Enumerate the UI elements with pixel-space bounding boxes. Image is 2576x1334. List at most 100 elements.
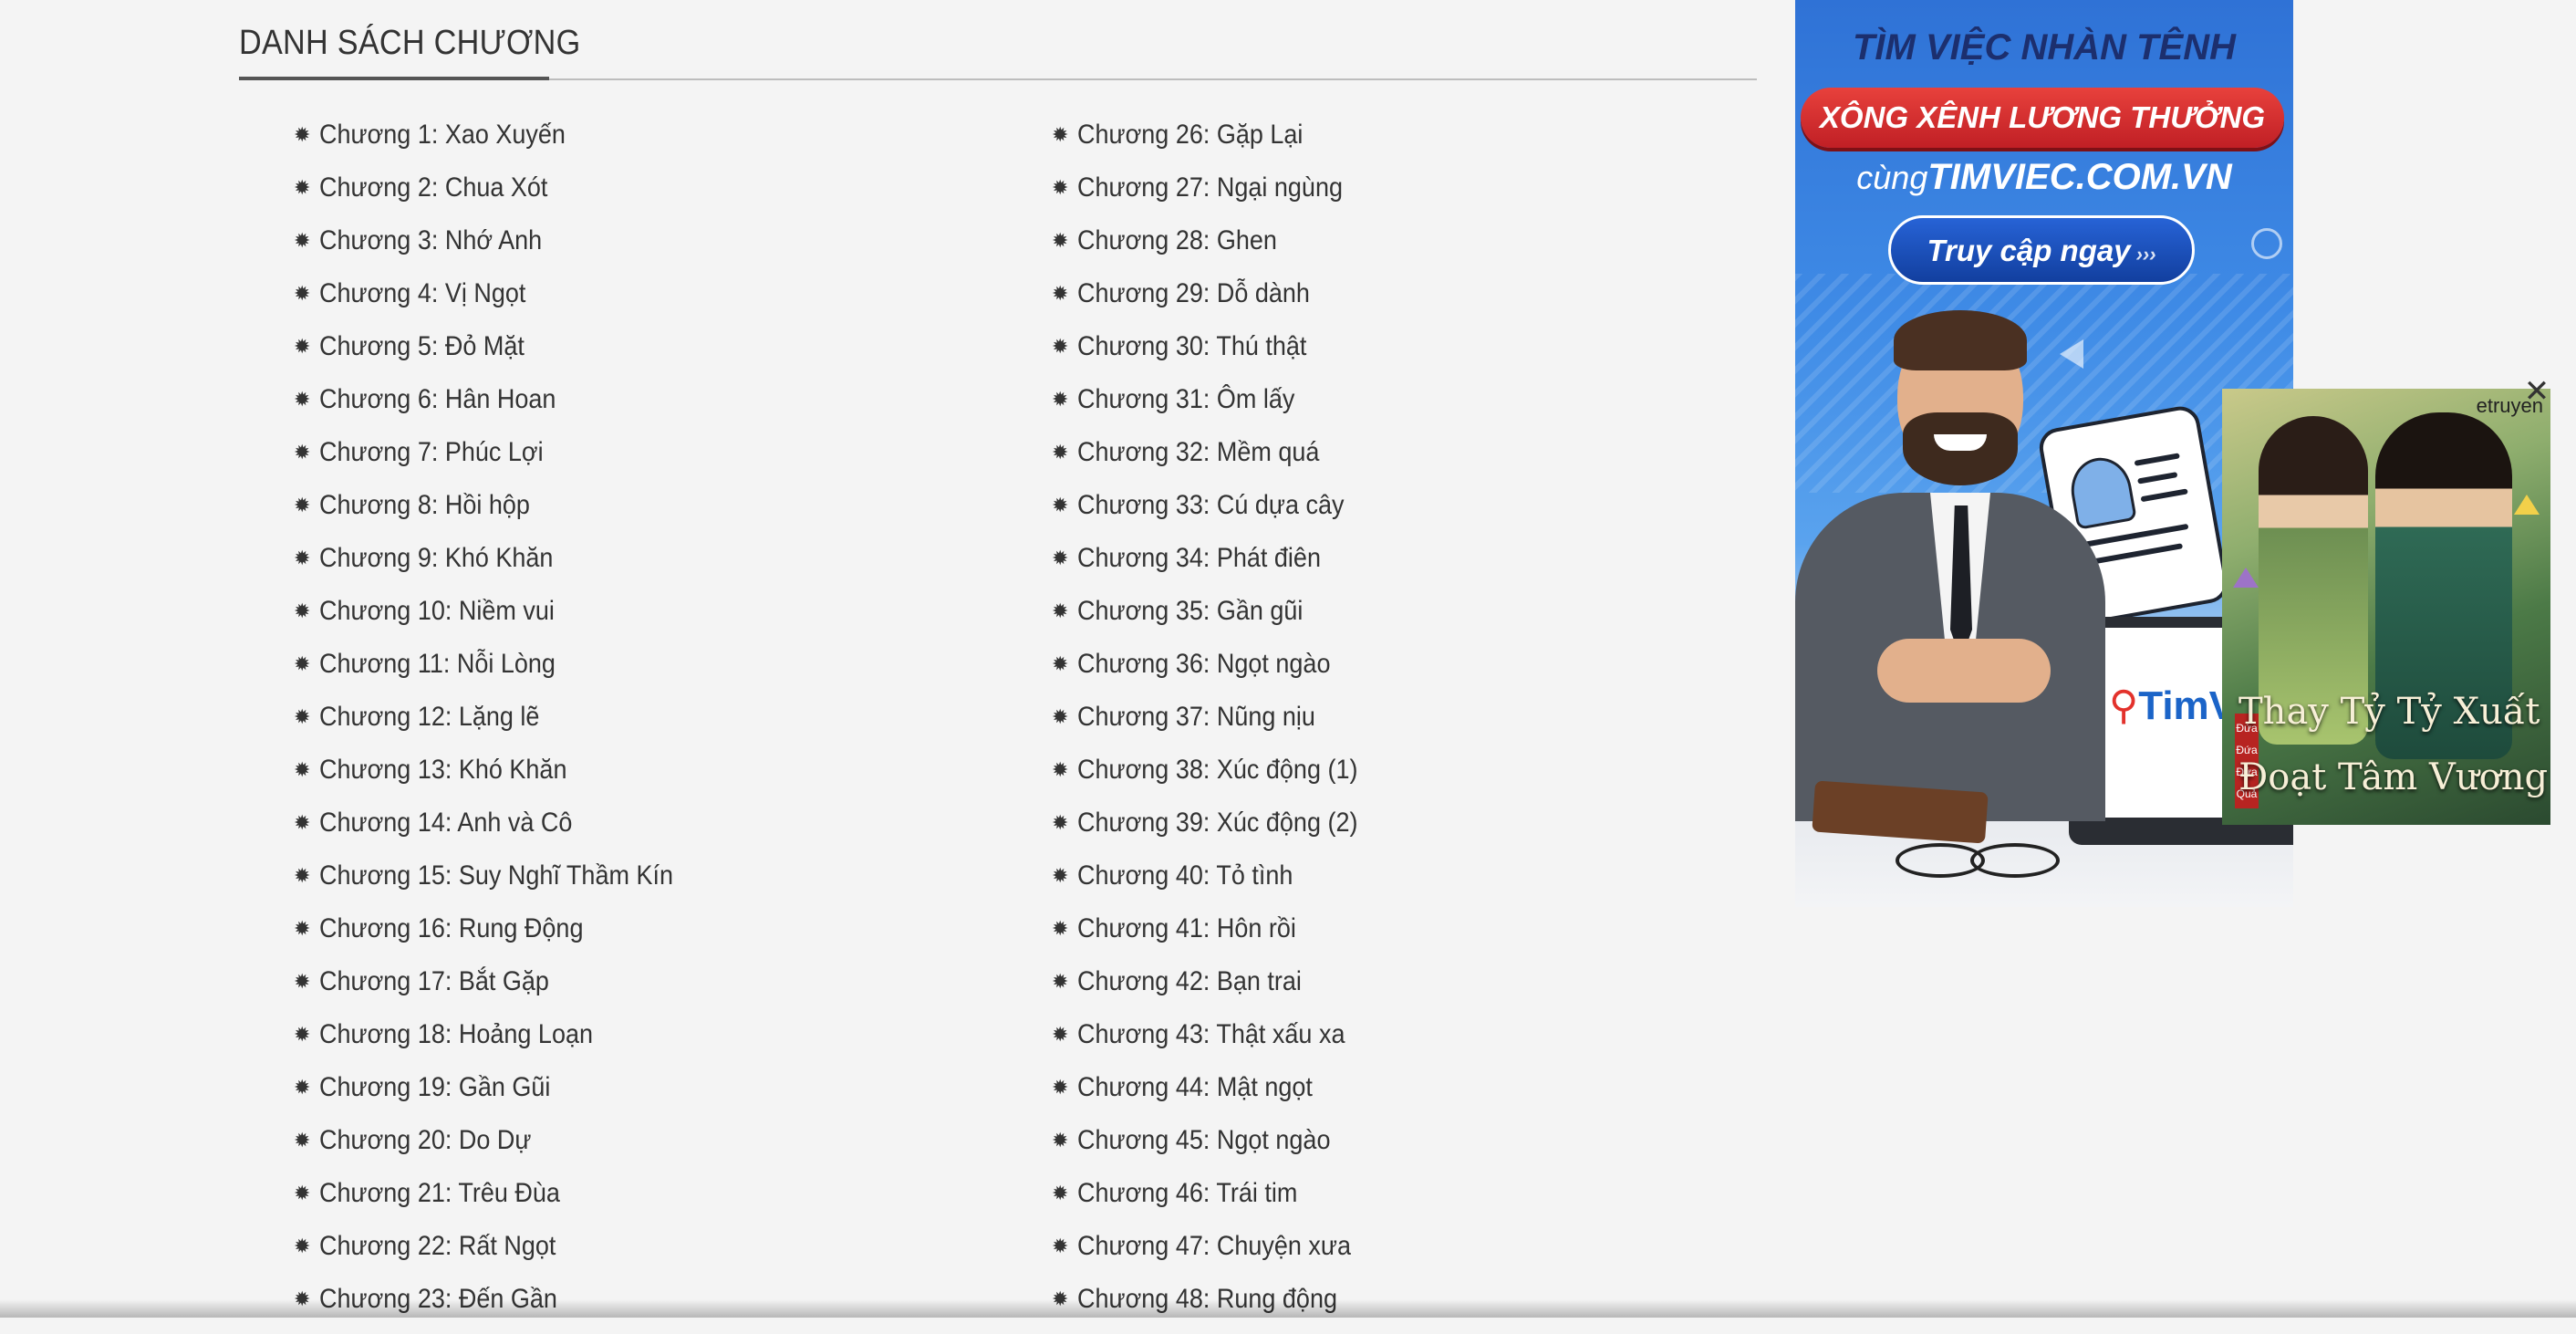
chapter-link[interactable]: ✹ Chương 40: Tỏ tình bbox=[1052, 858, 1389, 911]
cv-avatar-icon bbox=[2065, 453, 2137, 530]
chapter-link[interactable]: ✹ Chương 22: Rất Ngọt bbox=[294, 1228, 712, 1281]
chapter-link[interactable]: ✹ Chương 39: Xúc động (2) bbox=[1052, 805, 1389, 858]
chapter-link[interactable]: ✹ Chương 34: Phát điên bbox=[1052, 540, 1389, 593]
chapter-link[interactable]: ✹ Chương 33: Cú dựa cây bbox=[1052, 487, 1389, 540]
chapter-title: Chương 35: Gần gũi bbox=[1077, 596, 1304, 626]
bullet-icon: ✹ bbox=[1052, 1023, 1069, 1046]
chapter-link[interactable]: ✹ Chương 7: Phúc Lợi bbox=[294, 434, 712, 487]
chapter-title: Chương 37: Nũng nịu bbox=[1077, 702, 1315, 732]
chapter-link[interactable]: ✹ Chương 45: Ngọt ngào bbox=[1052, 1122, 1389, 1175]
chapter-link[interactable]: ✹ Chương 46: Trái tim bbox=[1052, 1175, 1389, 1228]
chapter-link[interactable]: ✹ Chương 31: Ôm lấy bbox=[1052, 381, 1389, 434]
chapter-link[interactable]: ✹ Chương 15: Suy Nghĩ Thầm Kín bbox=[294, 858, 712, 911]
bullet-icon: ✹ bbox=[1052, 547, 1069, 569]
chapter-link[interactable]: ✹ Chương 30: Thú thật bbox=[1052, 328, 1389, 381]
ad-brand-name: TIMVIEC.COM.VN bbox=[1927, 157, 2232, 197]
chapter-link[interactable]: ✹ Chương 10: Niềm vui bbox=[294, 593, 712, 646]
ad-cta-label: Truy cập ngay bbox=[1927, 234, 2131, 267]
cv-line bbox=[2137, 472, 2178, 485]
chapter-link[interactable]: ✹ Chương 17: Bắt Gặp bbox=[294, 964, 712, 1016]
bullet-icon: ✹ bbox=[1052, 599, 1069, 622]
chapter-link[interactable]: ✹ Chương 29: Dỗ dành bbox=[1052, 276, 1389, 328]
chapter-link[interactable]: ✹ Chương 37: Nũng nịu bbox=[1052, 699, 1389, 752]
bullet-icon: ✹ bbox=[294, 441, 311, 464]
chapter-title: Chương 14: Anh và Cô bbox=[319, 808, 573, 838]
bullet-icon: ✹ bbox=[1052, 652, 1069, 675]
chapter-link[interactable]: ✹ Chương 21: Trêu Đùa bbox=[294, 1175, 712, 1228]
bullet-icon: ✹ bbox=[294, 229, 311, 252]
chapter-title: Chương 47: Chuyện xưa bbox=[1077, 1231, 1352, 1261]
bullet-icon: ✹ bbox=[294, 758, 311, 781]
story-title: Thay Tỷ Tỷ Xuất Giá Đoạt Tâm Vương Gia bbox=[2238, 679, 2550, 810]
ad-subheadline: XÔNG XÊNH LƯƠNG THƯỞNG bbox=[1801, 88, 2284, 148]
chapter-title: Chương 38: Xúc động (1) bbox=[1077, 755, 1358, 785]
chapter-link[interactable]: ✹ Chương 13: Khó Khăn bbox=[294, 752, 712, 805]
chapter-link[interactable]: ✹ Chương 43: Thật xấu xa bbox=[1052, 1016, 1389, 1069]
chapter-link[interactable]: ✹ Chương 38: Xúc động (1) bbox=[1052, 752, 1389, 805]
chapter-link[interactable]: ✹ Chương 2: Chua Xót bbox=[294, 170, 712, 223]
chapter-link[interactable]: ✹ Chương 44: Mật ngọt bbox=[1052, 1069, 1389, 1122]
chapter-link[interactable]: ✹ Chương 14: Anh và Cô bbox=[294, 805, 712, 858]
chapter-title: Chương 31: Ôm lấy bbox=[1077, 384, 1295, 414]
chapter-link[interactable]: ✹ Chương 41: Hôn rồi bbox=[1052, 911, 1389, 964]
chapter-title: Chương 19: Gần Gũi bbox=[319, 1072, 551, 1102]
bullet-icon: ✹ bbox=[294, 652, 311, 675]
chapter-title: Chương 33: Cú dựa cây bbox=[1077, 490, 1345, 520]
bullet-icon: ✹ bbox=[294, 917, 311, 940]
chapter-link[interactable]: ✹ Chương 16: Rung Động bbox=[294, 911, 712, 964]
ad-cta-button[interactable]: Truy cập ngay ››› bbox=[1888, 215, 2195, 285]
story-title-line: Đoạt Tâm Vương Gia bbox=[2238, 756, 2550, 798]
chapter-link[interactable]: ✹ Chương 9: Khó Khăn bbox=[294, 540, 712, 593]
bullet-icon: ✹ bbox=[1052, 917, 1069, 940]
bullet-icon: ✹ bbox=[294, 705, 311, 728]
chapter-title: Chương 6: Hân Hoan bbox=[319, 384, 556, 414]
bullet-icon: ✹ bbox=[1052, 282, 1069, 305]
chapter-link[interactable]: ✹ Chương 42: Bạn trai bbox=[1052, 964, 1389, 1016]
chapter-title: Chương 36: Ngọt ngào bbox=[1077, 649, 1331, 679]
chapter-link[interactable]: ✹ Chương 1: Xao Xuyến bbox=[294, 117, 712, 170]
chapter-link[interactable]: ✹ Chương 12: Lặng lẽ bbox=[294, 699, 712, 752]
chapter-title: Chương 39: Xúc động (2) bbox=[1077, 808, 1358, 838]
chapter-link[interactable]: ✹ Chương 19: Gần Gũi bbox=[294, 1069, 712, 1122]
section-title: DANH SÁCH CHƯƠNG bbox=[239, 24, 581, 62]
timviec-logo: ⚲TimV bbox=[2109, 683, 2237, 728]
chapter-link[interactable]: ✹ Chương 28: Ghen bbox=[1052, 223, 1389, 276]
ad-headline: TÌM VIỆC NHÀN TÊNH bbox=[1853, 27, 2236, 68]
chapter-title: Chương 44: Mật ngọt bbox=[1077, 1072, 1313, 1102]
chapter-title: Chương 1: Xao Xuyến bbox=[319, 120, 566, 150]
job-ad-banner[interactable]: TÌM VIỆC NHÀN TÊNH XÔNG XÊNH LƯƠNG THƯỞN… bbox=[1795, 0, 2293, 907]
chapter-link[interactable]: ✹ Chương 4: Vị Ngọt bbox=[294, 276, 712, 328]
ad-brand-prefix: cùng bbox=[1856, 159, 1928, 196]
chapter-link[interactable]: ✹ Chương 32: Mềm quá bbox=[1052, 434, 1389, 487]
chapter-link[interactable]: ✹ Chương 11: Nỗi Lòng bbox=[294, 646, 712, 699]
chapter-link[interactable]: ✹ Chương 35: Gần gũi bbox=[1052, 593, 1389, 646]
chapter-title: Chương 17: Bắt Gặp bbox=[319, 966, 549, 996]
chapter-link[interactable]: ✹ Chương 47: Chuyện xưa bbox=[1052, 1228, 1389, 1281]
bullet-icon: ✹ bbox=[294, 1076, 311, 1099]
bullet-icon: ✹ bbox=[1052, 811, 1069, 834]
bullet-icon: ✹ bbox=[294, 811, 311, 834]
chapter-link[interactable]: ✹ Chương 6: Hân Hoan bbox=[294, 381, 712, 434]
chapter-title: Chương 43: Thật xấu xa bbox=[1077, 1019, 1345, 1049]
bullet-icon: ✹ bbox=[1052, 705, 1069, 728]
story-ad-popup[interactable]: etruyen Đứa Đứa Đứa Quả Thay Tỷ Tỷ Xuất … bbox=[2222, 389, 2550, 825]
cv-line bbox=[2140, 488, 2188, 503]
cv-line bbox=[2134, 453, 2180, 466]
chevrons-right-icon: ››› bbox=[2135, 243, 2156, 266]
chapter-link[interactable]: ✹ Chương 26: Gặp Lại bbox=[1052, 117, 1389, 170]
chapter-link[interactable]: ✹ Chương 3: Nhớ Anh bbox=[294, 223, 712, 276]
chapter-title: Chương 10: Niềm vui bbox=[319, 596, 555, 626]
chapter-title: Chương 21: Trêu Đùa bbox=[319, 1178, 560, 1208]
chapter-link[interactable]: ✹ Chương 5: Đỏ Mặt bbox=[294, 328, 712, 381]
chapter-link[interactable]: ✹ Chương 20: Do Dự bbox=[294, 1122, 712, 1175]
bullet-icon: ✹ bbox=[294, 1235, 311, 1257]
chapter-link[interactable]: ✹ Chương 8: Hồi hộp bbox=[294, 487, 712, 540]
chapter-link[interactable]: ✹ Chương 36: Ngọt ngào bbox=[1052, 646, 1389, 699]
chapter-title: Chương 13: Khó Khăn bbox=[319, 755, 567, 785]
chapter-link[interactable]: ✹ Chương 18: Hoảng Loạn bbox=[294, 1016, 712, 1069]
chapter-title: Chương 8: Hồi hộp bbox=[319, 490, 530, 520]
chapter-title: Chương 12: Lặng lẽ bbox=[319, 702, 540, 732]
chapter-link[interactable]: ✹ Chương 27: Ngại ngùng bbox=[1052, 170, 1389, 223]
close-icon[interactable]: ✕ bbox=[2521, 376, 2552, 407]
chapter-title: Chương 9: Khó Khăn bbox=[319, 543, 554, 573]
